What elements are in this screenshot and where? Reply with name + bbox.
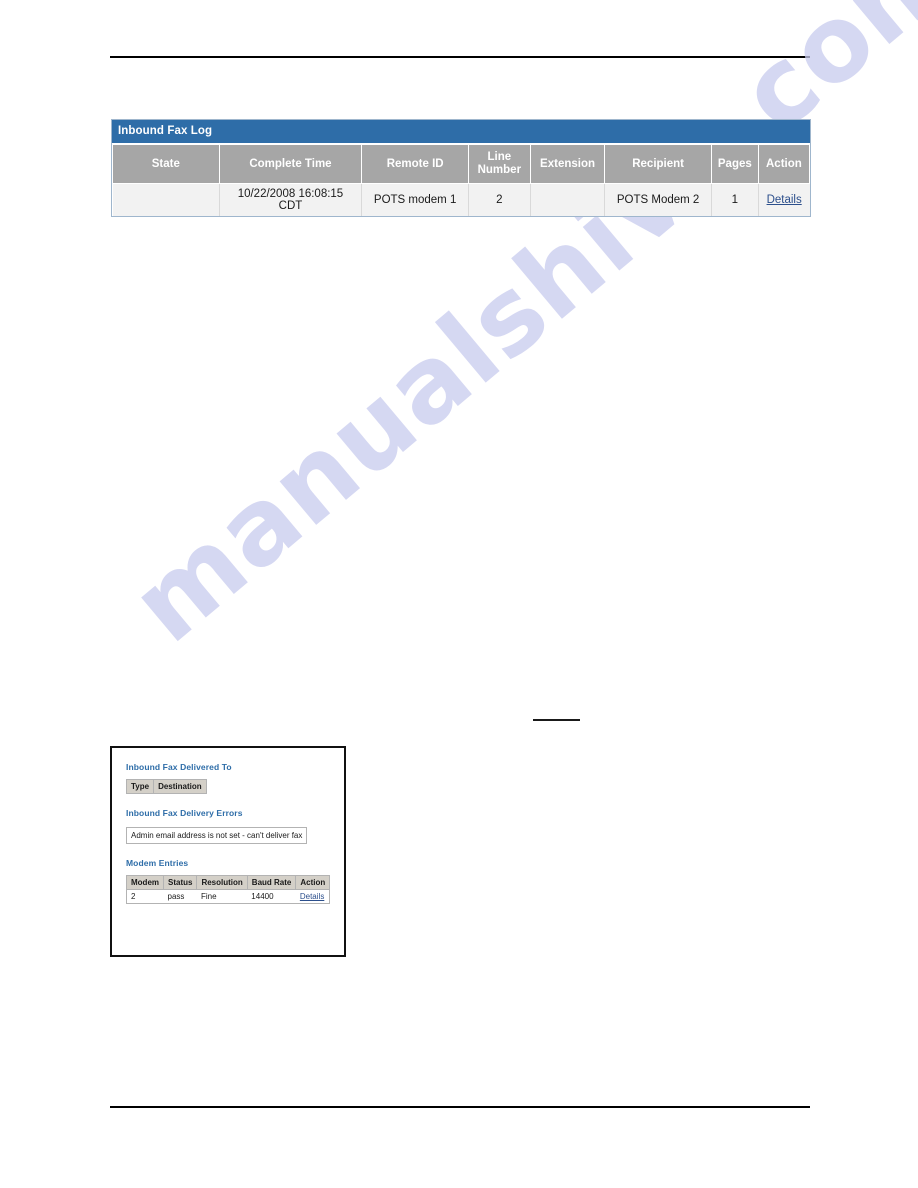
cell-baud-rate: 14400: [247, 889, 296, 904]
table-row: 2 pass Fine 14400 Details: [126, 889, 330, 904]
page-header-rule: [110, 56, 810, 58]
column-header-type[interactable]: Type: [125, 779, 155, 794]
cell-pages: 1: [711, 183, 759, 216]
cell-line-number: 2: [468, 183, 531, 216]
column-header-pages[interactable]: Pages: [710, 143, 759, 184]
cell-status: pass: [163, 889, 197, 904]
cell-recipient: POTS Modem 2: [604, 183, 712, 216]
delivery-error-message: Admin email address is not set - can't d…: [126, 827, 308, 844]
column-header-complete-time[interactable]: Complete Time: [218, 143, 363, 184]
table-header-row: State Complete Time Remote ID Line Numbe…: [112, 143, 811, 184]
delivered-to-table: Type Destination: [125, 779, 207, 794]
delivery-errors-heading: Inbound Fax Delivery Errors: [126, 808, 243, 818]
cell-action: Details: [295, 889, 330, 904]
column-header-action[interactable]: Action: [757, 143, 811, 184]
details-link[interactable]: Details: [767, 194, 802, 206]
fax-detail-panel: Inbound Fax Delivered To Type Destinatio…: [110, 746, 346, 957]
cell-extension: [530, 183, 606, 216]
cell-modem: 2: [126, 889, 164, 904]
stray-underline-mark: [533, 719, 580, 721]
modem-details-link[interactable]: Details: [300, 892, 324, 901]
cell-action: Details: [758, 183, 810, 216]
column-header-modem[interactable]: Modem: [126, 875, 164, 890]
watermark-text: manualshive.com: [108, 0, 918, 666]
column-header-remote-id[interactable]: Remote ID: [361, 143, 469, 184]
inbound-fax-log-panel: Inbound Fax Log State Complete Time Remo…: [111, 119, 811, 217]
table-header-row: Modem Status Resolution Baud Rate Action: [126, 875, 331, 890]
cell-remote-id: POTS modem 1: [361, 183, 469, 216]
inbound-fax-log-title: Inbound Fax Log: [112, 120, 810, 143]
table-header-row: Type Destination: [125, 779, 207, 794]
modem-entries-table: Modem Status Resolution Baud Rate Action…: [126, 875, 331, 904]
column-header-destination[interactable]: Destination: [153, 779, 207, 794]
column-header-resolution[interactable]: Resolution: [196, 875, 248, 890]
cell-complete-time: 10/22/2008 16:08:15 CDT: [219, 183, 363, 216]
column-header-extension[interactable]: Extension: [529, 143, 606, 184]
cell-resolution: Fine: [196, 889, 248, 904]
delivered-to-heading: Inbound Fax Delivered To: [126, 762, 232, 772]
modem-entries-heading: Modem Entries: [126, 858, 189, 868]
column-header-line-number[interactable]: Line Number: [467, 143, 531, 184]
cell-state: [112, 183, 220, 216]
column-header-baud-rate[interactable]: Baud Rate: [246, 875, 297, 890]
column-header-recipient[interactable]: Recipient: [604, 143, 712, 184]
column-header-action[interactable]: Action: [295, 875, 331, 890]
table-row: 10/22/2008 16:08:15 CDT POTS modem 1 2 P…: [112, 183, 810, 216]
page-footer-rule: [110, 1106, 810, 1108]
column-header-state[interactable]: State: [112, 143, 220, 184]
inbound-fax-log-table: State Complete Time Remote ID Line Numbe…: [112, 143, 811, 216]
column-header-status[interactable]: Status: [162, 875, 198, 890]
